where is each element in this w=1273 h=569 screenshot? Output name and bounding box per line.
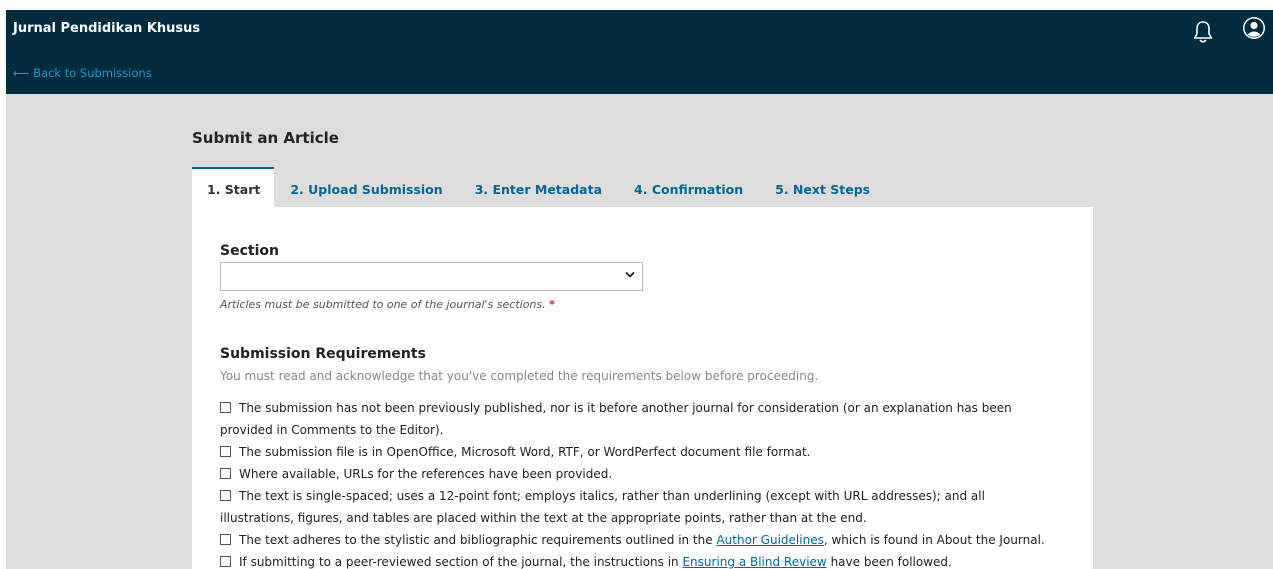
section-label: Section xyxy=(220,243,279,259)
requirement-item: The submission file is in OpenOffice, Mi… xyxy=(220,441,1050,463)
tab-confirmation[interactable]: 4. Confirmation xyxy=(618,167,759,207)
requirement-item: Where available, URLs for the references… xyxy=(220,463,1050,485)
tab-next-steps[interactable]: 5. Next Steps xyxy=(759,167,886,207)
back-to-submissions-link[interactable]: ⟵ Back to Submissions xyxy=(13,66,152,80)
requirement-item: The submission has not been previously p… xyxy=(220,397,1050,441)
page-title: Submit an Article xyxy=(192,129,339,147)
requirement-checkbox[interactable] xyxy=(220,402,231,413)
requirement-checkbox[interactable] xyxy=(220,468,231,479)
section-help-label: Articles must be submitted to one of the… xyxy=(220,298,546,311)
requirement-item: If submitting to a peer-reviewed section… xyxy=(220,551,1050,569)
requirement-text: Where available, URLs for the references… xyxy=(239,467,613,481)
requirement-text-before: If submitting to a peer-reviewed section… xyxy=(239,555,683,569)
submission-steps-tabs: 1. Start 2. Upload Submission 3. Enter M… xyxy=(192,167,886,207)
requirement-text-before: The text adheres to the stylistic and bi… xyxy=(239,533,717,547)
requirement-text-after: have been followed. xyxy=(826,555,952,569)
section-select[interactable] xyxy=(220,262,643,291)
requirements-title: Submission Requirements xyxy=(220,346,426,362)
requirements-description: You must read and acknowledge that you'v… xyxy=(220,369,819,383)
start-panel: Section Articles must be submitted to on… xyxy=(192,207,1093,569)
requirements-checklist: The submission has not been previously p… xyxy=(220,397,1050,569)
journal-title[interactable]: Jurnal Pendidikan Khusus xyxy=(13,21,200,36)
requirement-item: The text is single-spaced; uses a 12-poi… xyxy=(220,485,1050,529)
chevron-down-icon xyxy=(625,272,635,278)
requirement-text: The submission has not been previously p… xyxy=(220,401,1012,437)
user-circle-icon[interactable] xyxy=(1242,16,1266,40)
requirement-text: The submission file is in OpenOffice, Mi… xyxy=(239,445,811,459)
blind-review-link[interactable]: Ensuring a Blind Review xyxy=(682,555,826,569)
tab-upload-submission[interactable]: 2. Upload Submission xyxy=(274,167,458,207)
section-help-text: Articles must be submitted to one of the… xyxy=(220,298,555,311)
requirement-checkbox[interactable] xyxy=(220,534,231,545)
requirement-item: The text adheres to the stylistic and bi… xyxy=(220,529,1050,551)
top-header: Jurnal Pendidikan Khusus ⟵ Back to Submi… xyxy=(6,10,1273,94)
bell-icon[interactable] xyxy=(1192,20,1214,44)
app-frame: Jurnal Pendidikan Khusus ⟵ Back to Submi… xyxy=(6,10,1273,569)
tab-enter-metadata[interactable]: 3. Enter Metadata xyxy=(459,167,618,207)
requirement-checkbox[interactable] xyxy=(220,446,231,457)
requirement-checkbox[interactable] xyxy=(220,556,231,567)
requirement-text-after: , which is found in About the Journal. xyxy=(823,533,1045,547)
tab-start[interactable]: 1. Start xyxy=(192,167,275,207)
requirement-checkbox[interactable] xyxy=(220,490,231,501)
author-guidelines-link[interactable]: Author Guidelines xyxy=(716,533,823,547)
required-mark: * xyxy=(549,298,555,311)
requirement-text: The text is single-spaced; uses a 12-poi… xyxy=(220,489,985,525)
